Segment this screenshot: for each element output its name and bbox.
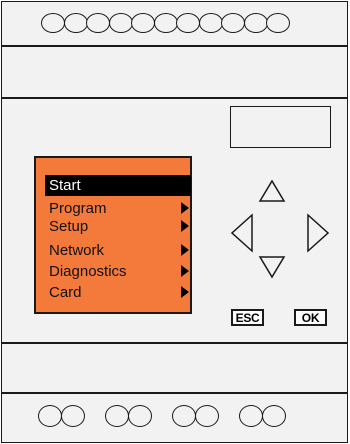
screw-terminal [261,405,286,427]
screw-terminal [172,405,196,427]
menu-item-label: Diagnostics [49,262,127,280]
esc-button[interactable]: ESC [231,309,264,326]
menu-item-diagnostics[interactable]: Diagnostics [45,262,191,280]
screw-terminal [63,13,88,33]
menu-item-label: Start [49,177,81,194]
screw-terminal [131,13,155,33]
menu-item-label: Setup [49,217,89,235]
menu-item-label: Network [49,241,105,259]
lcd-screen: Start Program Setup Network Diagnostics … [34,156,192,314]
menu-item-start[interactable]: Start [45,175,191,196]
screw-terminal [127,405,152,427]
bottom-cover [1,343,348,393]
submenu-arrow-icon [181,265,189,277]
menu-item-network[interactable]: Network [45,241,191,259]
top-terminal-row [41,13,290,33]
screw-terminal [266,13,290,33]
arrow-right-icon[interactable] [307,213,330,253]
terminal-pair [239,405,286,427]
submenu-arrow-icon [181,202,189,214]
submenu-arrow-icon [181,220,189,232]
screw-terminal [239,405,263,427]
top-cover [1,46,348,98]
terminal-pair [105,405,152,427]
plc-device: Start Program Setup Network Diagnostics … [0,0,350,444]
arrow-up-icon[interactable] [258,179,286,202]
screw-terminal [38,405,62,427]
arrow-left-icon[interactable] [230,213,253,253]
screw-terminal [105,405,129,427]
menu-item-setup[interactable]: Setup [45,217,191,235]
screw-terminal [60,405,85,427]
screw-terminal [176,13,200,33]
bottom-terminal-row [38,405,286,427]
screw-terminal [41,13,65,33]
screw-terminal [194,405,219,427]
menu-item-card[interactable]: Card [45,283,191,301]
label-window [230,106,331,148]
menu-item-label: Card [49,283,82,301]
screw-terminal [86,13,110,33]
main-menu: Start Program Setup Network Diagnostics … [45,175,191,301]
screw-terminal [221,13,245,33]
terminal-pair [38,405,85,427]
navigation-pad-svg [230,179,330,279]
screw-terminal [198,13,223,33]
screw-terminal [108,13,133,33]
screw-terminal [153,13,178,33]
menu-item-program[interactable]: Program [45,199,191,217]
arrow-down-icon[interactable] [258,256,286,279]
submenu-arrow-icon [181,244,189,256]
ok-button[interactable]: OK [294,309,327,326]
screw-terminal [243,13,268,33]
menu-item-label: Program [49,199,107,217]
terminal-pair [172,405,219,427]
submenu-arrow-icon [181,286,189,298]
